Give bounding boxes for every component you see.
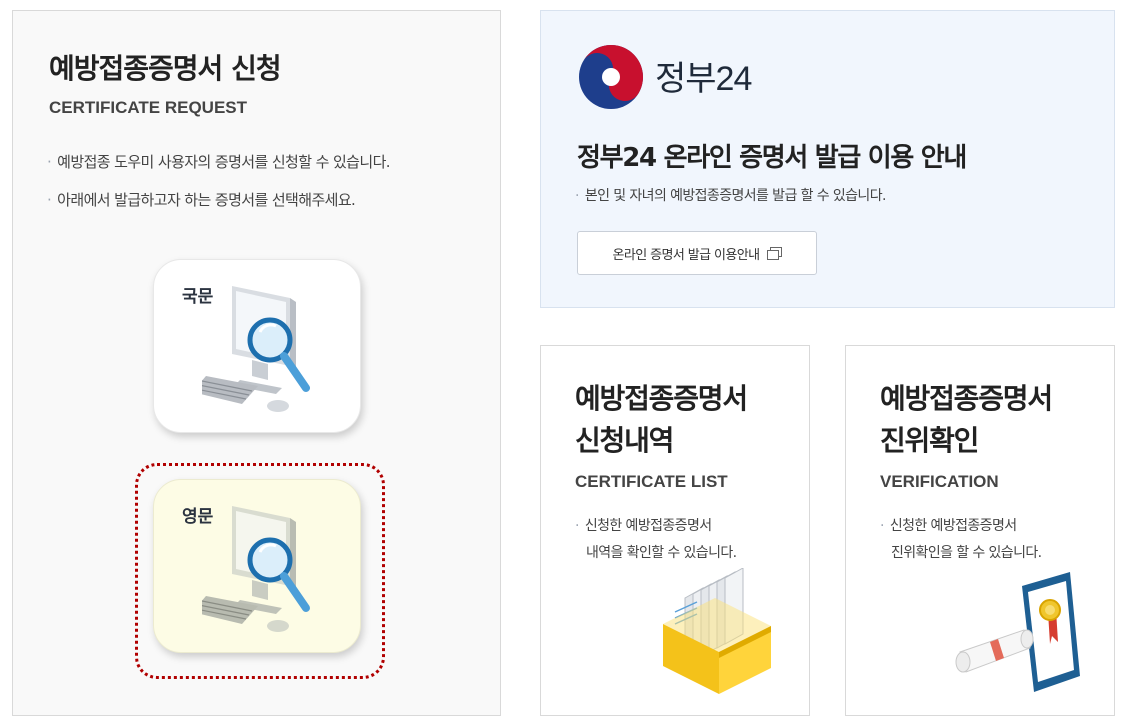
certificate-request-panel: 예방접종증명서 신청 CERTIFICATE REQUEST 예방접종 도우미 …	[12, 10, 501, 716]
certificate-list-desc-2: 내역을 확인할 수 있습니다.	[586, 545, 737, 561]
verification-description: 신청한 예방접종증명서 진위확인을 할 수 있습니다.	[880, 513, 1042, 567]
gov24-title: 정부24 온라인 증명서 발급 이용 안내	[577, 143, 967, 173]
certificate-list-card[interactable]: 예방접종증명서 신청내역 CERTIFICATE LIST 신청한 예방접종증명…	[540, 345, 810, 716]
korean-certificate-button[interactable]: 국문	[153, 259, 361, 433]
certificate-list-subtitle: CERTIFICATE LIST	[575, 472, 728, 491]
document-box-icon	[663, 568, 771, 694]
gov24-logo-text: 정부24	[655, 60, 752, 98]
verification-card[interactable]: 예방접종증명서 진위확인 VERIFICATION 신청한 예방접종증명서 진위…	[845, 345, 1115, 716]
certificate-list-description: 신청한 예방접종증명서 내역을 확인할 수 있습니다.	[575, 513, 737, 567]
new-window-icon	[767, 247, 783, 260]
taeguk-logo-icon	[579, 45, 643, 109]
info-bullet-1: 예방접종 도우미 사용자의 증명서를 신청할 수 있습니다.	[47, 151, 390, 172]
certificate-list-title-line2: 신청내역	[575, 424, 674, 457]
verification-subtitle: VERIFICATION	[880, 472, 999, 491]
verification-desc-2: 진위확인을 할 수 있습니다.	[891, 545, 1042, 561]
page-title: 예방접종증명서 신청	[49, 52, 282, 85]
page-subtitle: CERTIFICATE REQUEST	[49, 98, 248, 117]
selection-outline	[135, 463, 385, 679]
gov24-guide-button[interactable]: 온라인 증명서 발급 이용안내	[577, 231, 817, 275]
gov24-info-panel: 정부24 정부24 온라인 증명서 발급 이용 안내 본인 및 자녀의 예방접종…	[540, 10, 1115, 308]
info-bullet-2: 아래에서 발급하고자 하는 증명서를 선택해주세요.	[47, 189, 356, 210]
certificate-scroll-icon	[955, 572, 1080, 692]
computer-magnifier-icon	[202, 286, 310, 412]
certificate-list-title: 예방접종증명서 신청내역	[575, 378, 748, 462]
certificate-list-desc-1: 신청한 예방접종증명서	[575, 518, 712, 534]
verification-title: 예방접종증명서 진위확인	[880, 378, 1053, 462]
verification-title-line1: 예방접종증명서	[880, 382, 1053, 415]
gov24-bullet: 본인 및 자녀의 예방접종증명서를 발급 할 수 있습니다.	[575, 185, 887, 205]
gov24-guide-button-label: 온라인 증명서 발급 이용안내	[612, 247, 761, 263]
verification-title-line2: 진위확인	[880, 424, 979, 457]
certificate-list-title-line1: 예방접종증명서	[575, 382, 748, 415]
verification-desc-1: 신청한 예방접종증명서	[880, 518, 1017, 534]
